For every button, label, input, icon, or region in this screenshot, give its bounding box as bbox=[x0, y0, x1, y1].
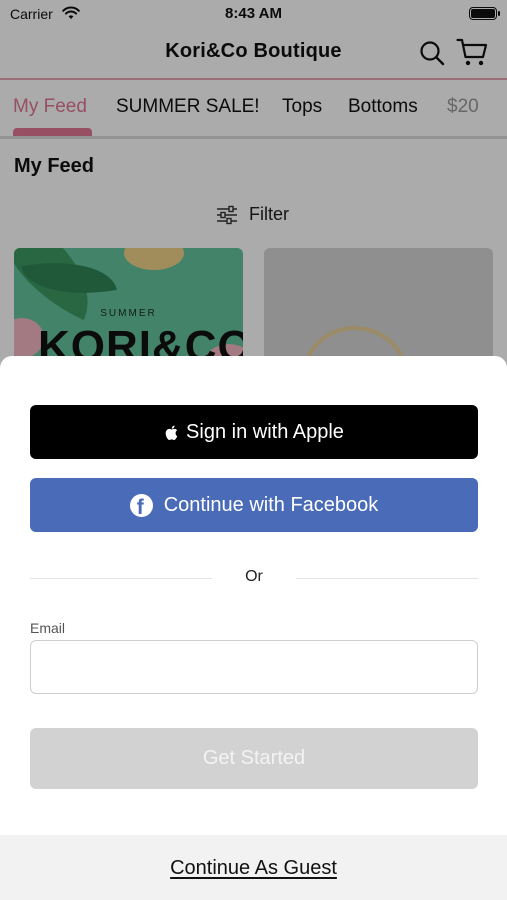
get-started-label: Get Started bbox=[202, 747, 306, 769]
apple-icon bbox=[165, 425, 178, 440]
apple-button-label: Sign in with Apple bbox=[186, 420, 344, 443]
or-divider: Or bbox=[30, 566, 478, 590]
continue-with-facebook-button[interactable]: f Continue with Facebook bbox=[30, 478, 478, 532]
sign-in-with-apple-button[interactable]: Sign in with Apple bbox=[30, 405, 478, 459]
or-label: Or bbox=[245, 568, 263, 585]
facebook-icon: f bbox=[129, 493, 153, 517]
guest-bar: Continue As Guest bbox=[0, 835, 507, 900]
facebook-button-label: Continue with Facebook bbox=[163, 493, 379, 516]
continue-as-guest-link[interactable]: Continue As Guest bbox=[0, 857, 507, 880]
sign-in-sheet: Sign in with Apple f Continue with Faceb… bbox=[0, 356, 507, 900]
divider-line bbox=[296, 578, 478, 579]
email-field[interactable] bbox=[30, 640, 478, 694]
get-started-button[interactable]: Get Started bbox=[30, 728, 478, 789]
email-label: Email bbox=[30, 620, 66, 636]
